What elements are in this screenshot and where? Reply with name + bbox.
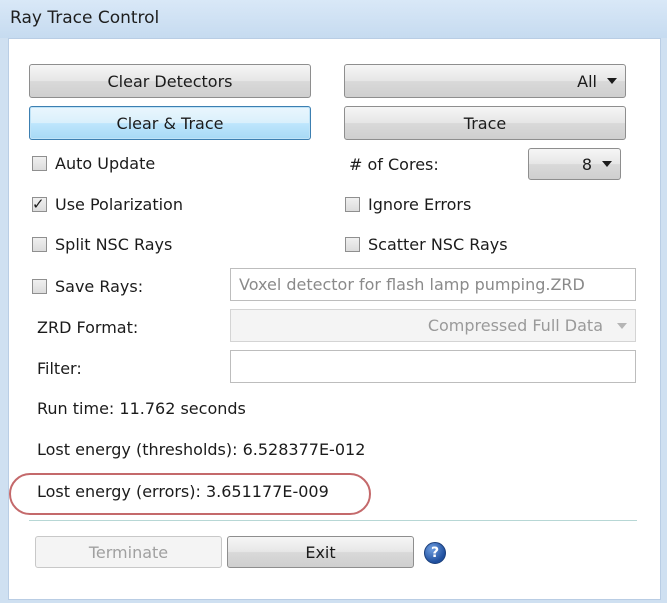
checkbox-box[interactable] <box>345 237 360 252</box>
save-rays-file-value: Voxel detector for flash lamp pumping.ZR… <box>239 275 585 294</box>
split-nsc-rays-checkbox[interactable]: Split NSC Rays <box>32 235 172 254</box>
detector-select-value: All <box>577 71 597 91</box>
exit-button[interactable]: Exit <box>227 536 414 568</box>
save-rays-file-input[interactable]: Voxel detector for flash lamp pumping.ZR… <box>230 268 636 301</box>
dialog-body: Clear Detectors All Clear & Trace Trace … <box>8 38 661 600</box>
scatter-nsc-rays-checkbox[interactable]: Scatter NSC Rays <box>345 235 508 254</box>
scatter-nsc-rays-label: Scatter NSC Rays <box>368 235 508 254</box>
checkbox-box[interactable] <box>32 279 47 294</box>
cores-select-value: 8 <box>581 154 592 174</box>
ignore-errors-label: Ignore Errors <box>368 195 472 214</box>
run-time-text: Run time: 11.762 seconds <box>37 399 246 418</box>
chevron-down-icon <box>617 322 627 329</box>
ignore-errors-checkbox[interactable]: Ignore Errors <box>345 195 471 214</box>
zrd-format-label: ZRD Format: <box>37 318 139 337</box>
use-polarization-checkbox[interactable]: ✓ Use Polarization <box>32 195 183 214</box>
auto-update-label: Auto Update <box>55 154 156 173</box>
trace-button[interactable]: Trace <box>344 106 626 140</box>
checkbox-box[interactable] <box>345 197 360 212</box>
terminate-button[interactable]: Terminate <box>35 536 222 568</box>
clear-and-trace-button[interactable]: Clear & Trace <box>29 106 311 140</box>
save-rays-checkbox[interactable]: Save Rays: <box>32 277 143 296</box>
highlight-annotation <box>9 473 371 515</box>
help-icon[interactable]: ? <box>424 542 446 564</box>
cores-select[interactable]: 8 <box>528 148 621 180</box>
title-bar: Ray Trace Control <box>0 0 667 38</box>
filter-input[interactable] <box>230 350 636 383</box>
zrd-format-value: Compressed Full Data <box>427 316 603 335</box>
checkbox-box[interactable] <box>32 237 47 252</box>
lost-energy-thresholds-text: Lost energy (thresholds): 6.528377E-012 <box>37 440 366 459</box>
detector-select[interactable]: All <box>344 64 626 98</box>
use-polarization-label: Use Polarization <box>55 195 183 214</box>
filter-label: Filter: <box>37 359 82 378</box>
window-title: Ray Trace Control <box>10 8 160 28</box>
checkmark-icon: ✓ <box>32 195 45 213</box>
checkbox-box[interactable] <box>32 156 47 171</box>
chevron-down-icon <box>607 78 617 84</box>
chevron-down-icon <box>602 161 612 167</box>
auto-update-checkbox[interactable]: Auto Update <box>32 154 155 173</box>
clear-detectors-button[interactable]: Clear Detectors <box>29 64 311 98</box>
divider <box>29 520 637 521</box>
checkbox-box[interactable]: ✓ <box>32 195 47 213</box>
zrd-format-select[interactable]: Compressed Full Data <box>230 309 636 342</box>
save-rays-label: Save Rays: <box>55 277 144 296</box>
cores-label: # of Cores: <box>349 155 439 174</box>
split-nsc-rays-label: Split NSC Rays <box>55 235 173 254</box>
